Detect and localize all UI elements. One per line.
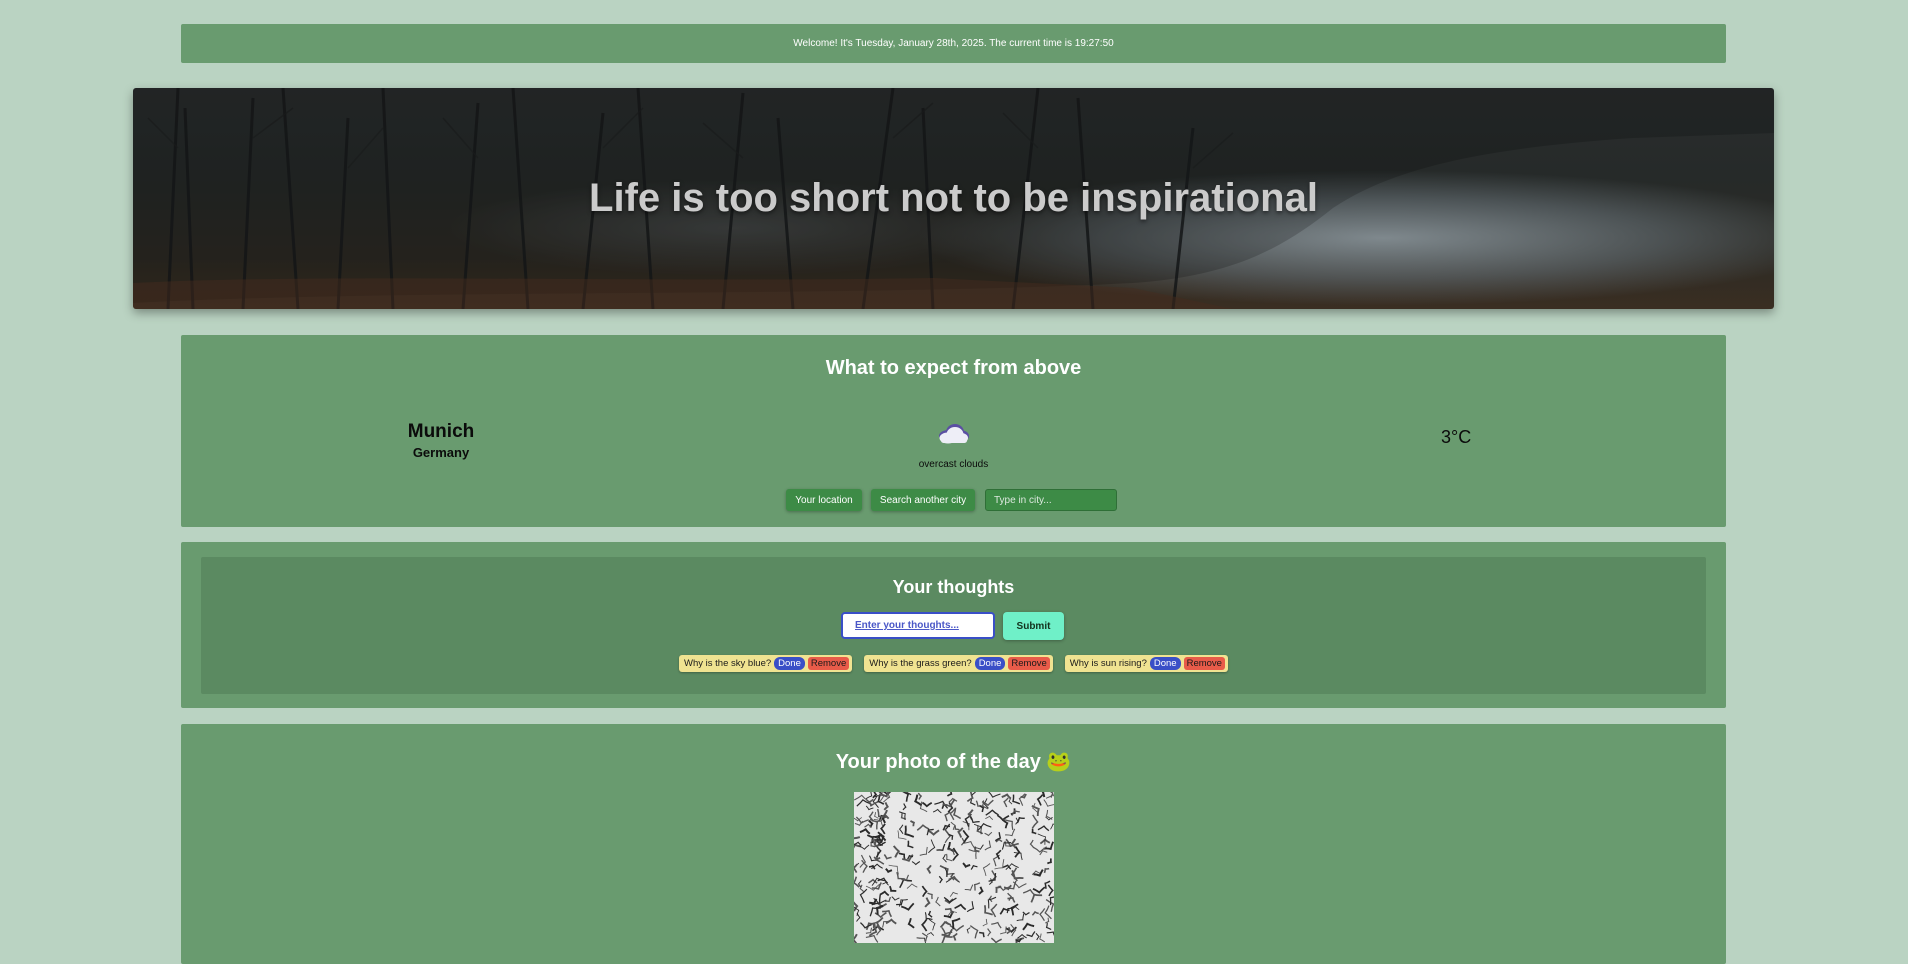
thought-list: Why is the sky blue? Done Remove Why is … [201,655,1706,672]
photo-section: Your photo of the day 🐸 [181,724,1726,964]
country-name: Germany [412,445,470,460]
submit-button[interactable]: Submit [1003,612,1064,640]
city-search-input[interactable] [985,489,1117,511]
thoughts-heading: Your thoughts [892,577,1015,597]
hero-title: Life is too short not to be inspirationa… [589,176,1318,220]
thought-text: Why is sun rising? [1069,658,1147,669]
bird-flock-image [854,792,1054,943]
photo-heading: Your photo of the day 🐸 [835,751,1072,773]
welcome-text: Welcome! It's Tuesday, January 28th, 202… [793,38,1114,49]
location-block: Munich Germany [391,421,491,460]
thought-item: Why is the sky blue? Done Remove [679,655,853,672]
your-location-button[interactable]: Your location [786,489,862,511]
thoughts-section: Your thoughts Submit Why is the sky blue… [181,542,1726,708]
remove-button[interactable]: Remove [1183,657,1225,670]
remove-button[interactable]: Remove [807,657,850,670]
hero-banner: Life is too short not to be inspirationa… [133,88,1774,309]
welcome-banner: Welcome! It's Tuesday, January 28th, 202… [181,24,1726,63]
cloud-icon [939,424,969,444]
weather-condition: overcast clouds [918,459,989,470]
done-button[interactable]: Done [774,657,805,670]
done-button[interactable]: Done [1149,657,1181,670]
weather-section: What to expect from above Munich Germany… [181,335,1726,527]
city-name: Munich [407,421,475,442]
remove-button[interactable]: Remove [1008,657,1050,670]
weather-heading: What to expect from above [825,357,1082,379]
photo-of-the-day [854,792,1054,943]
thought-text: Why is the grass green? [869,658,972,669]
search-city-button[interactable]: Search another city [871,489,975,511]
thought-input[interactable] [841,612,995,639]
thought-item: Why is the grass green? Done Remove [864,655,1053,672]
thoughts-panel: Your thoughts Submit Why is the sky blue… [201,557,1706,694]
thought-item: Why is sun rising? Done Remove [1064,655,1228,672]
thought-text: Why is the sky blue? [684,658,772,669]
done-button[interactable]: Done [974,657,1006,670]
temperature: 3°C [1441,427,1472,447]
